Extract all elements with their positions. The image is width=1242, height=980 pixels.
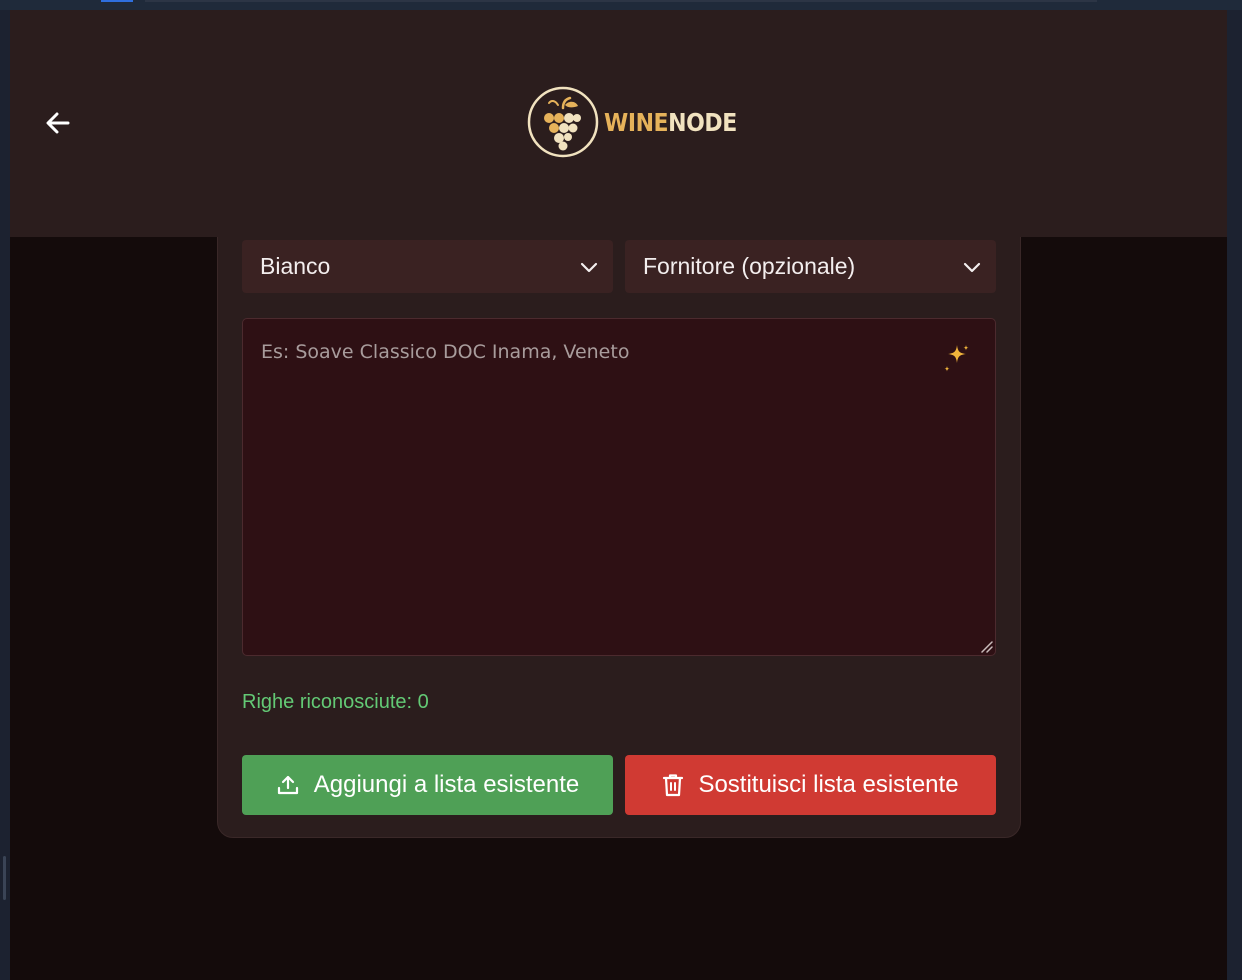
- trash-icon: [663, 774, 684, 797]
- sparkles-icon[interactable]: [940, 341, 970, 377]
- supplier-value: Fornitore (opzionale): [643, 253, 856, 279]
- winenode-logo: WINENODE: [527, 86, 755, 158]
- wine-list-textarea-container: [242, 318, 996, 656]
- add-to-list-label: Aggiungi a lista esistente: [313, 771, 580, 798]
- chevron-down-icon: [580, 262, 598, 273]
- recognized-rows-counter: Righe riconosciute: 0: [242, 691, 429, 713]
- logo-wordmark: WINENODE: [604, 110, 737, 135]
- browser-address-bar: [145, 0, 1097, 2]
- chevron-down-icon: [963, 262, 981, 273]
- replace-list-label: Sostituisci lista esistente: [698, 771, 959, 798]
- logo-wordmark-wine: WINE: [604, 107, 669, 137]
- browser-chrome: [0, 0, 1242, 10]
- wine-list-textarea[interactable]: [243, 319, 995, 655]
- app-header: WINENODE: [10, 10, 1227, 237]
- resize-handle[interactable]: [3, 856, 6, 900]
- wine-type-value: Bianco: [260, 253, 331, 279]
- window-left-edge: [0, 10, 10, 980]
- supplier-select[interactable]: Fornitore (opzionale): [625, 240, 996, 293]
- window-right-edge: [1227, 10, 1242, 980]
- browser-tab-indicator: [101, 0, 133, 2]
- arrow-left-icon: [46, 112, 70, 134]
- logo-wordmark-node: NODE: [668, 107, 737, 137]
- back-button[interactable]: [40, 105, 76, 141]
- resize-grip-icon[interactable]: [979, 639, 993, 653]
- replace-list-button[interactable]: Sostituisci lista esistente: [625, 755, 996, 815]
- add-to-list-button[interactable]: Aggiungi a lista esistente: [242, 755, 613, 815]
- grapes-icon: [527, 86, 599, 158]
- app-viewport: WINENODE Bianco Fornitore (opzionale) Es…: [10, 10, 1227, 980]
- wine-type-select[interactable]: Bianco: [242, 240, 613, 293]
- import-card: Bianco Fornitore (opzionale) Righe ricon…: [217, 200, 1021, 838]
- upload-icon: [277, 775, 298, 795]
